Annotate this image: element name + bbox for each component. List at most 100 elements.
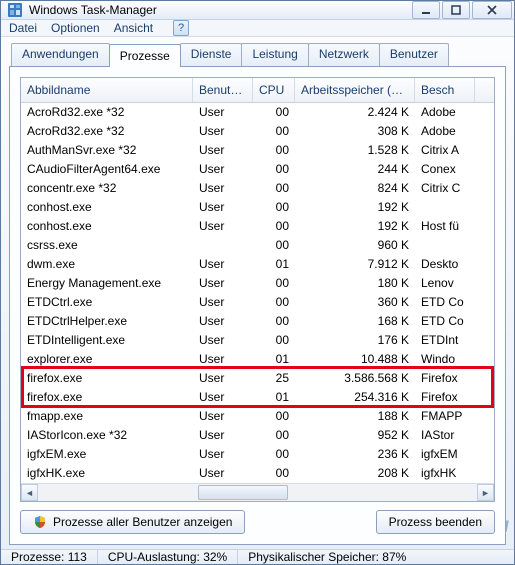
menu-file[interactable]: Datei — [9, 21, 37, 35]
cell-cpu: 00 — [253, 160, 295, 179]
menu-options[interactable]: Optionen — [51, 21, 100, 35]
tab-network[interactable]: Netzwerk — [308, 43, 380, 66]
cell-memory: 3.586.568 K — [295, 369, 415, 388]
tab-panel-processes: Abbildname Benutze... CPU Arbeitsspeiche… — [9, 66, 506, 545]
column-description[interactable]: Besch — [415, 78, 475, 102]
column-image-name[interactable]: Abbildname — [21, 78, 193, 102]
cell-image-name: firefox.exe — [21, 369, 193, 388]
cell-description — [415, 236, 475, 255]
table-row[interactable]: IAStorIcon.exe *32User00952 KIAStor — [21, 426, 494, 445]
cell-user: User — [193, 122, 253, 141]
column-memory[interactable]: Arbeitsspeicher (pri... — [295, 78, 415, 102]
cell-image-name: explorer.exe — [21, 350, 193, 369]
cell-cpu: 01 — [253, 388, 295, 407]
table-row[interactable]: firefox.exeUser253.586.568 KFirefox — [21, 369, 494, 388]
column-user[interactable]: Benutze... — [193, 78, 253, 102]
scroll-track[interactable] — [38, 484, 477, 501]
end-process-label: Prozess beenden — [389, 515, 482, 529]
cell-cpu: 25 — [253, 369, 295, 388]
cell-image-name: dwm.exe — [21, 255, 193, 274]
table-row[interactable]: explorer.exeUser0110.488 KWindo — [21, 350, 494, 369]
cell-cpu: 00 — [253, 217, 295, 236]
table-row[interactable]: ETDCtrlHelper.exeUser00168 KETD Co — [21, 312, 494, 331]
table-row[interactable]: csrss.exe00960 K — [21, 236, 494, 255]
cell-cpu: 00 — [253, 445, 295, 464]
table-row[interactable]: conhost.exeUser00192 KHost fü — [21, 217, 494, 236]
cell-description: Adobe — [415, 103, 475, 122]
menu-view[interactable]: Ansicht — [114, 21, 153, 35]
cell-user: User — [193, 179, 253, 198]
title-bar[interactable]: Windows Task-Manager — [1, 1, 514, 20]
table-row[interactable]: AcroRd32.exe *32User002.424 KAdobe — [21, 103, 494, 122]
tab-processes[interactable]: Prozesse — [109, 44, 181, 67]
cell-memory: 1.528 K — [295, 141, 415, 160]
cell-description: igfxEM — [415, 445, 475, 464]
help-icon[interactable]: ? — [173, 20, 189, 36]
table-row[interactable]: AcroRd32.exe *32User00308 KAdobe — [21, 122, 494, 141]
cell-memory: 308 K — [295, 122, 415, 141]
tab-applications[interactable]: Anwendungen — [11, 43, 110, 66]
scroll-left-button[interactable]: ◄ — [21, 484, 38, 501]
cell-cpu: 00 — [253, 103, 295, 122]
table-row[interactable]: ETDCtrl.exeUser00360 KETD Co — [21, 293, 494, 312]
cell-memory: 10.488 K — [295, 350, 415, 369]
maximize-button[interactable] — [442, 1, 470, 19]
tab-services[interactable]: Dienste — [180, 43, 243, 66]
cell-memory: 7.912 K — [295, 255, 415, 274]
horizontal-scrollbar[interactable]: ◄ ► — [21, 483, 494, 501]
cell-cpu: 00 — [253, 179, 295, 198]
cell-image-name: Energy Management.exe — [21, 274, 193, 293]
listview-body[interactable]: AcroRd32.exe *32User002.424 KAdobeAcroRd… — [21, 103, 494, 483]
app-icon — [7, 2, 23, 18]
cell-user: User — [193, 217, 253, 236]
scroll-right-button[interactable]: ► — [477, 484, 494, 501]
cell-description: ETD Co — [415, 293, 475, 312]
table-row[interactable]: igfxEM.exeUser00236 KigfxEM — [21, 445, 494, 464]
table-row[interactable]: firefox.exeUser01254.316 KFirefox — [21, 388, 494, 407]
window-frame: Windows Task-Manager Datei Optionen Ansi… — [0, 0, 515, 565]
tab-users[interactable]: Benutzer — [379, 43, 449, 66]
cell-image-name: AuthManSvr.exe *32 — [21, 141, 193, 160]
cell-user: User — [193, 407, 253, 426]
cell-image-name: igfxHK.exe — [21, 464, 193, 483]
close-button[interactable] — [472, 1, 512, 19]
end-process-button[interactable]: Prozess beenden — [376, 510, 495, 534]
status-bar: Prozesse: 113 CPU-Auslastung: 32% Physik… — [1, 549, 514, 564]
cell-user: User — [193, 141, 253, 160]
listview-header: Abbildname Benutze... CPU Arbeitsspeiche… — [21, 78, 494, 103]
cell-user: User — [193, 274, 253, 293]
table-row[interactable]: AuthManSvr.exe *32User001.528 KCitrix A — [21, 141, 494, 160]
table-row[interactable]: CAudioFilterAgent64.exeUser00244 KConex — [21, 160, 494, 179]
minimize-button[interactable] — [412, 1, 440, 19]
table-row[interactable]: ETDIntelligent.exeUser00176 KETDInt — [21, 331, 494, 350]
window-controls — [412, 1, 512, 19]
column-cpu[interactable]: CPU — [253, 78, 295, 102]
window-title: Windows Task-Manager — [29, 3, 412, 17]
shield-icon — [33, 515, 47, 529]
cell-image-name: fmapp.exe — [21, 407, 193, 426]
cell-user: User — [193, 255, 253, 274]
table-row[interactable]: Energy Management.exeUser00180 KLenov — [21, 274, 494, 293]
cell-memory: 168 K — [295, 312, 415, 331]
table-row[interactable]: dwm.exeUser017.912 KDeskto — [21, 255, 494, 274]
scroll-thumb[interactable] — [198, 485, 288, 500]
table-row[interactable]: igfxHK.exeUser00208 KigfxHK — [21, 464, 494, 483]
cell-description: Windo — [415, 350, 475, 369]
cell-description: Citrix A — [415, 141, 475, 160]
cell-user: User — [193, 426, 253, 445]
cell-user: User — [193, 160, 253, 179]
tab-performance[interactable]: Leistung — [241, 43, 308, 66]
table-row[interactable]: conhost.exeUser00192 K — [21, 198, 494, 217]
cell-description: ETD Co — [415, 312, 475, 331]
table-row[interactable]: fmapp.exeUser00188 KFMAPP — [21, 407, 494, 426]
show-all-users-button[interactable]: Prozesse aller Benutzer anzeigen — [20, 510, 245, 534]
client-area: Anwendungen Prozesse Dienste Leistung Ne… — [1, 37, 514, 549]
process-listview[interactable]: Abbildname Benutze... CPU Arbeitsspeiche… — [20, 77, 495, 502]
cell-memory: 244 K — [295, 160, 415, 179]
cell-description: Lenov — [415, 274, 475, 293]
cell-user: User — [193, 388, 253, 407]
table-row[interactable]: concentr.exe *32User00824 KCitrix C — [21, 179, 494, 198]
cell-user: User — [193, 312, 253, 331]
cell-description: igfxHK — [415, 464, 475, 483]
cell-description: Firefox — [415, 369, 475, 388]
